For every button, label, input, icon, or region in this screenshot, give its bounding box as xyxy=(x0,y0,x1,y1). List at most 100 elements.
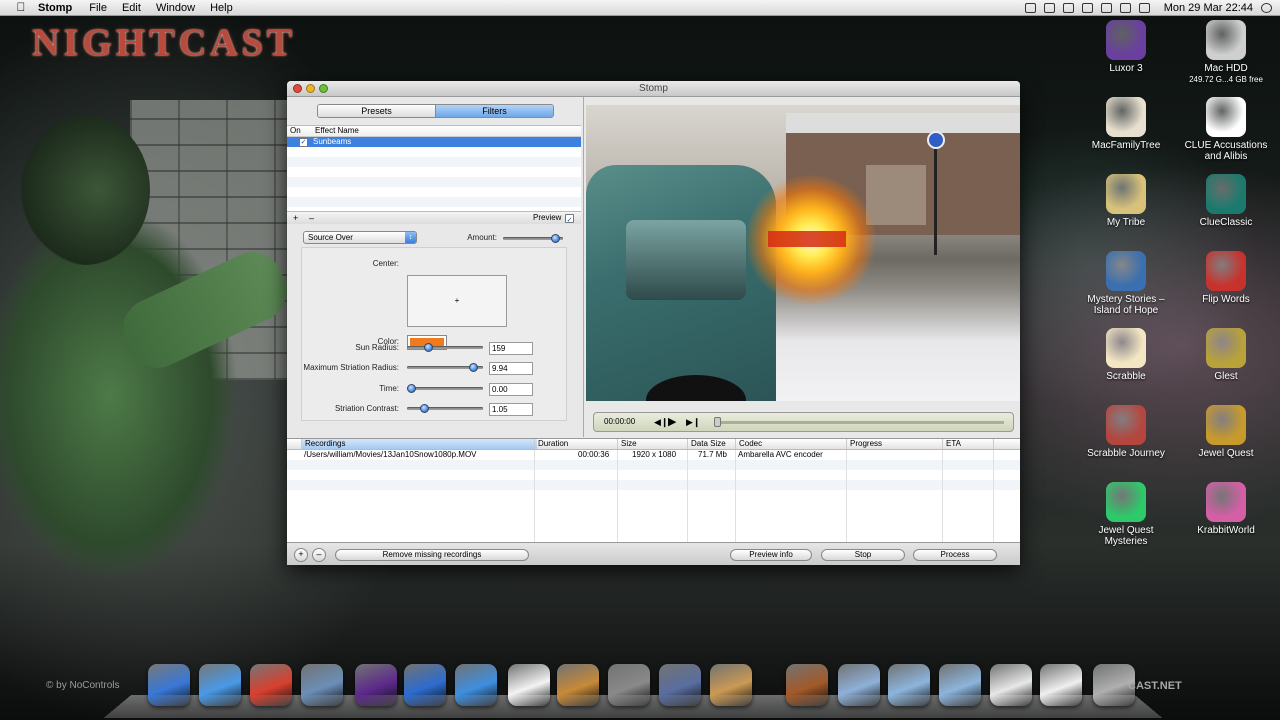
param-value-field[interactable]: 159 xyxy=(489,342,533,355)
desktop-icon[interactable]: Scrabble Journey xyxy=(1076,405,1176,459)
desktop-icon[interactable]: Scrabble xyxy=(1076,328,1176,382)
desktop-icon[interactable]: KrabbitWorld xyxy=(1176,482,1276,536)
column-eta[interactable]: ETA xyxy=(942,439,996,449)
playback-scrubber[interactable] xyxy=(714,417,1004,427)
purple-app-icon[interactable] xyxy=(355,664,397,706)
bluetooth-icon[interactable] xyxy=(1081,2,1093,13)
column-progress[interactable]: Progress xyxy=(846,439,944,449)
param-value-field[interactable]: 9.94 xyxy=(489,362,533,375)
folder-icon[interactable] xyxy=(939,664,981,706)
menu-clock[interactable]: Mon 29 Mar 22:44 xyxy=(1164,2,1253,14)
column-recordings[interactable]: Recordings xyxy=(301,439,537,449)
letter-icon[interactable] xyxy=(1040,664,1082,706)
rewind-icon[interactable]: ◀❙ xyxy=(654,413,668,431)
column-size[interactable]: Size xyxy=(617,439,685,449)
center-point-picker[interactable]: + xyxy=(407,275,507,327)
add-recording-button[interactable]: + xyxy=(294,548,308,562)
menu-edit[interactable]: Edit xyxy=(122,2,141,14)
effect-enabled-checkbox[interactable]: ✓ xyxy=(299,138,308,147)
column-codec[interactable]: Codec xyxy=(735,439,849,449)
sync-icon[interactable] xyxy=(1062,2,1074,13)
bookshelf-icon[interactable] xyxy=(786,664,828,706)
preview-bird-icon[interactable] xyxy=(301,664,343,706)
column-data-size[interactable]: Data Size xyxy=(687,439,737,449)
minimize-button[interactable] xyxy=(306,84,315,93)
column-duration[interactable]: Duration xyxy=(534,439,618,449)
tab-presets[interactable]: Presets xyxy=(318,105,435,117)
remove-effect-button[interactable]: – xyxy=(309,212,314,224)
param-value-field[interactable]: 0.00 xyxy=(489,383,533,396)
chrome-icon[interactable] xyxy=(250,664,292,706)
effect-row-sunbeams[interactable]: ✓ Sunbeams xyxy=(287,137,581,147)
close-button[interactable] xyxy=(293,84,302,93)
desktop-icon[interactable]: MacFamilyTree xyxy=(1076,97,1176,151)
desktop-icon[interactable]: Mystery Stories – Island of Hope xyxy=(1076,251,1176,316)
database-icon[interactable] xyxy=(838,664,880,706)
cell-duration: 00:00:36 xyxy=(578,450,610,459)
zoom-button[interactable] xyxy=(319,84,328,93)
battery-icon[interactable] xyxy=(1138,2,1150,13)
playhead[interactable] xyxy=(714,417,721,427)
add-effect-button[interactable]: + xyxy=(293,212,298,224)
desktop-icon-label: Scrabble xyxy=(1106,371,1146,382)
final-cut-icon[interactable] xyxy=(659,664,701,706)
stop-button[interactable]: Stop xyxy=(821,549,905,561)
param-slider-knob[interactable] xyxy=(469,363,478,372)
spotlight-icon[interactable] xyxy=(1261,2,1272,13)
desktop-icon[interactable]: Jewel Quest Mysteries xyxy=(1076,482,1176,547)
param-slider[interactable] xyxy=(407,404,483,413)
menu-file[interactable]: File xyxy=(89,2,107,14)
param-slider[interactable] xyxy=(407,384,483,393)
param-slider-knob[interactable] xyxy=(407,384,416,393)
amount-slider-knob[interactable] xyxy=(551,234,560,243)
desktop-icon[interactable]: My Tribe xyxy=(1076,174,1176,228)
volume-icon[interactable] xyxy=(1119,2,1131,13)
apple-menu-icon[interactable]:  xyxy=(14,1,28,14)
remove-recording-button[interactable]: – xyxy=(312,548,326,562)
desktop-icon[interactable]: Jewel Quest xyxy=(1176,405,1276,459)
app-menu[interactable]: Stomp xyxy=(38,2,72,14)
system-preferences-icon[interactable] xyxy=(608,664,650,706)
param-slider-knob[interactable] xyxy=(424,343,433,352)
safari-compass-icon[interactable] xyxy=(199,664,241,706)
quote-app-icon[interactable] xyxy=(508,664,550,706)
desktop-icon[interactable]: Luxor 3 xyxy=(1076,20,1176,74)
tab-filters[interactable]: Filters xyxy=(435,105,553,117)
param-slider[interactable] xyxy=(407,363,483,372)
quicktime-icon[interactable] xyxy=(404,664,446,706)
forward-icon[interactable]: ▶❙ xyxy=(686,413,700,431)
folder-icon[interactable] xyxy=(888,664,930,706)
pen-notebook-icon[interactable] xyxy=(557,664,599,706)
table-row[interactable]: /Users/william/Movies/13Jan10Snow1080p.M… xyxy=(287,450,1020,460)
desktop-icon[interactable]: Mac HDD 249.72 G...4 GB free xyxy=(1176,20,1276,85)
trash-icon[interactable] xyxy=(1093,664,1135,706)
preview-road-sign xyxy=(927,131,945,149)
time-machine-icon[interactable] xyxy=(1043,2,1055,13)
param-value-field[interactable]: 1.05 xyxy=(489,403,533,416)
desktop-icon[interactable]: ClueClassic xyxy=(1176,174,1276,228)
desktop-icon[interactable]: CLUE Accusations and Alibis xyxy=(1176,97,1276,162)
preview-checkbox[interactable]: ✓ xyxy=(565,214,574,224)
window-titlebar[interactable]: Stomp xyxy=(287,81,1020,97)
amount-slider[interactable] xyxy=(503,234,563,243)
finder-icon[interactable] xyxy=(148,664,190,706)
document-stack-icon[interactable] xyxy=(990,664,1032,706)
column-effect-name[interactable]: Effect Name xyxy=(315,126,359,136)
desktop-icon[interactable]: Glest xyxy=(1176,328,1276,382)
menu-help[interactable]: Help xyxy=(210,2,233,14)
play-icon[interactable]: ▶ xyxy=(668,413,676,431)
photo-slideshow-icon[interactable] xyxy=(710,664,752,706)
preview-info-button[interactable]: Preview info xyxy=(730,549,812,561)
display-icon[interactable] xyxy=(1024,2,1036,13)
param-slider-knob[interactable] xyxy=(420,404,429,413)
process-button[interactable]: Process xyxy=(913,549,997,561)
param-slider[interactable] xyxy=(407,343,483,352)
column-on[interactable]: On xyxy=(290,126,301,136)
wifi-icon[interactable] xyxy=(1100,2,1112,13)
desktop-icon-label: CLUE Accusations and Alibis xyxy=(1184,140,1268,162)
remove-missing-recordings-button[interactable]: Remove missing recordings xyxy=(335,549,529,561)
menu-window[interactable]: Window xyxy=(156,2,195,14)
blend-mode-popup[interactable]: Source Over ↕ xyxy=(303,231,417,244)
desktop-icon[interactable]: Flip Words xyxy=(1176,251,1276,305)
m-app-icon[interactable] xyxy=(455,664,497,706)
